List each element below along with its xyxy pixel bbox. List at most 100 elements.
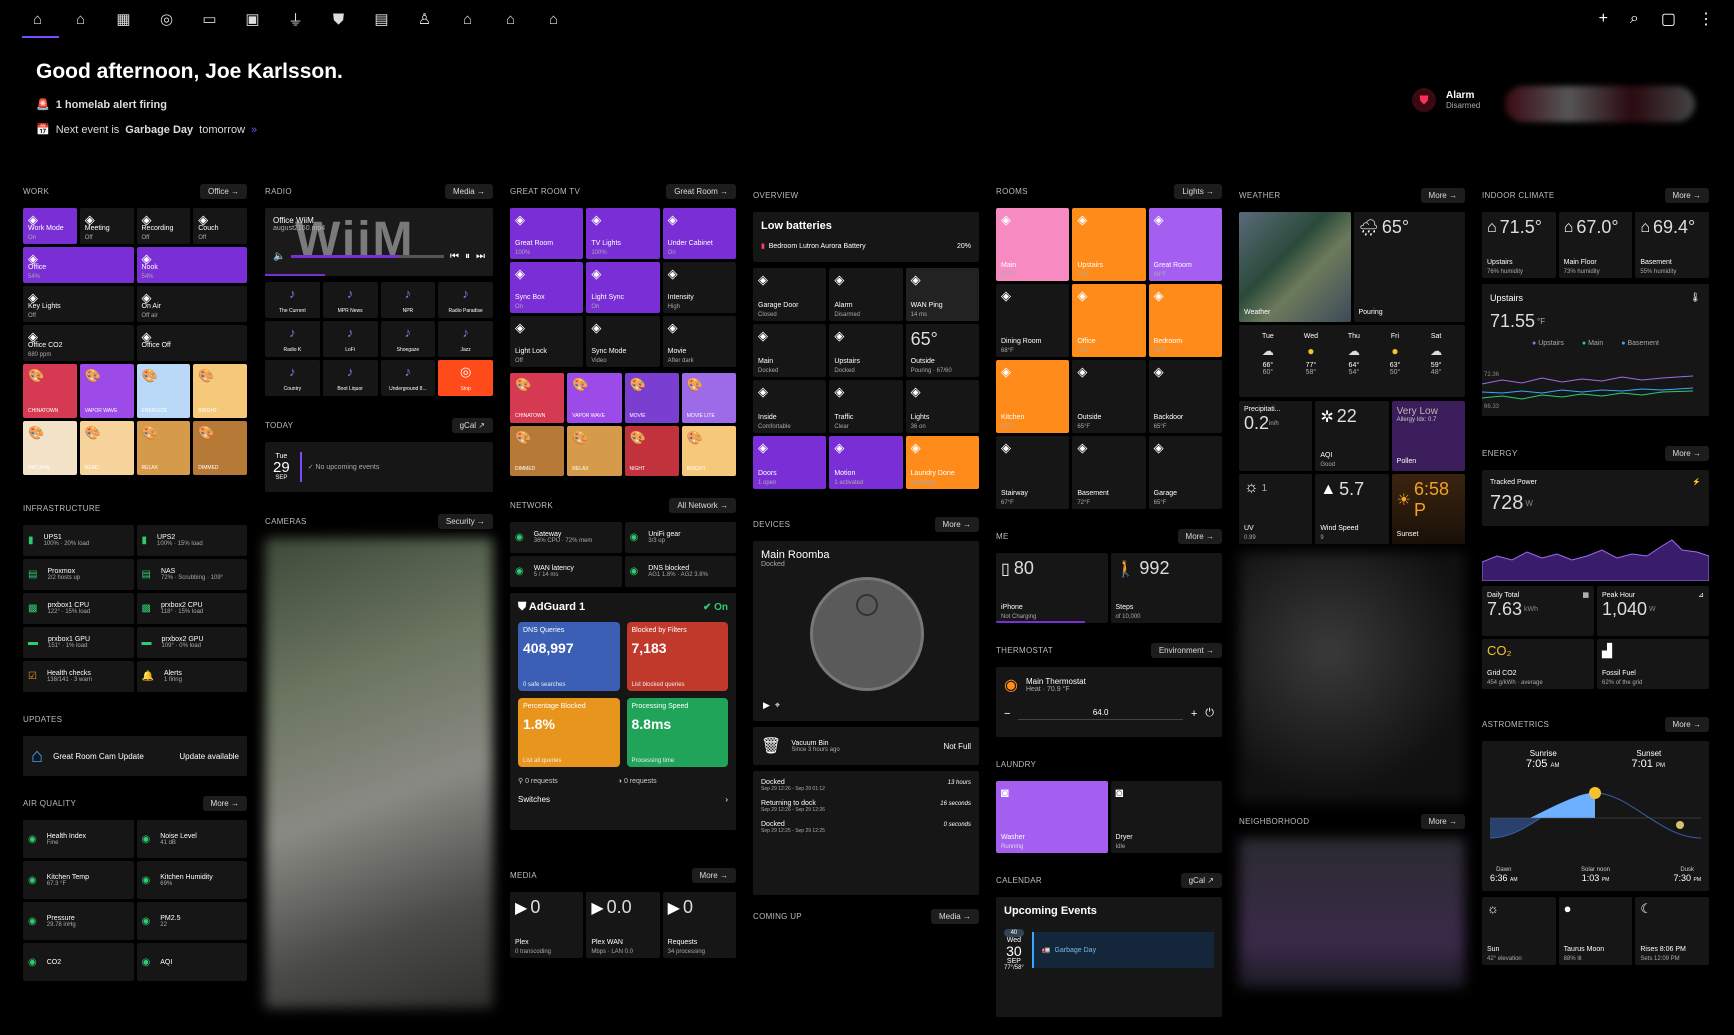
overview-tile-1[interactable]: ◈ Alarm Disarmed bbox=[829, 268, 903, 321]
chat-icon[interactable]: ▢ bbox=[1661, 9, 1676, 29]
room-tile-1[interactable]: ◈ Upstairs 71°F bbox=[1072, 208, 1146, 281]
radio-station-0[interactable]: ♪ The Current bbox=[265, 282, 320, 318]
overview-tile-10[interactable]: ◈ Motion 1 activated bbox=[829, 436, 903, 489]
precip-tile[interactable]: Precipitati... 0.2 in/h bbox=[1239, 401, 1313, 471]
tv-tile-7[interactable]: ◈ Sync Mode Video bbox=[586, 316, 660, 367]
moon-tile[interactable]: ● Taurus Moon 88% lit bbox=[1558, 897, 1633, 965]
radio-station-6[interactable]: ♪ Shoegaze bbox=[380, 321, 436, 357]
calendar-gcal-chip[interactable]: gCal ↗ bbox=[1180, 872, 1222, 888]
overview-tile-6[interactable]: ◈ Inside Comfortable bbox=[753, 380, 827, 433]
prev-icon[interactable]: ⏮ bbox=[450, 251, 459, 262]
room-tile-9[interactable]: ◈ Stairway 67°F bbox=[996, 436, 1070, 509]
overview-tile-8[interactable]: ◈ Lights 36 on bbox=[905, 380, 979, 433]
radio-station-4[interactable]: ♪ Radio K bbox=[265, 321, 320, 357]
media-more-chip[interactable]: More → bbox=[691, 867, 736, 883]
daily-total[interactable]: Daily Total ▦ 7.63 kWh bbox=[1482, 586, 1594, 636]
house-icon[interactable]: ⌂ bbox=[59, 0, 102, 38]
tv-tile-1[interactable]: ◈ TV Lights 100% bbox=[586, 208, 660, 259]
radio-station-3[interactable]: ♪ Radio Paradise bbox=[438, 282, 493, 318]
wind-tile[interactable]: ▲ 5.7 Wind Speed 9 bbox=[1315, 474, 1389, 544]
air-item-4[interactable]: ◉ Pressure 29.78 inHg bbox=[23, 902, 134, 940]
work-scene-5[interactable]: 🎨 READ bbox=[79, 421, 134, 475]
me-more-chip[interactable]: More → bbox=[1177, 528, 1222, 544]
climate-tile-0[interactable]: ⌂ 71.5° Upstairs 76% humidity bbox=[1482, 212, 1556, 278]
work-scene-7[interactable]: 🎨 DIMMED bbox=[193, 421, 247, 475]
plug-icon[interactable]: ⏚ bbox=[274, 0, 317, 38]
peak-hour[interactable]: Peak Hour ⊿ 1,040 W bbox=[1597, 586, 1709, 636]
tv-tile-5[interactable]: ◈ Intensity High bbox=[662, 262, 736, 313]
moonrise-tile[interactable]: ☾ Rises 8:06 PM Sets 12:09 PM bbox=[1635, 897, 1709, 965]
network-item-0[interactable]: ◉ Gateway 36% CPU · 72% mem bbox=[510, 522, 622, 553]
adguard-state[interactable]: On bbox=[714, 602, 728, 613]
lightbulb-icon[interactable]: ◎ bbox=[145, 0, 188, 38]
air-item-0[interactable]: ◉ Health Index Fine bbox=[23, 820, 134, 858]
work-scene-6[interactable]: 🎨 RELAX bbox=[136, 421, 191, 475]
work-tile-2[interactable]: ◈ Recording Off bbox=[136, 208, 191, 244]
work-tile-1[interactable]: ◈ Meeting Off bbox=[79, 208, 134, 244]
work-tile-9[interactable]: ◈ Office Off bbox=[136, 325, 247, 361]
neighborhood-chip[interactable]: More → bbox=[1420, 813, 1465, 829]
coming-up-chip[interactable]: Media → bbox=[930, 908, 979, 924]
tv-tile-3[interactable]: ◈ Sync Box On bbox=[510, 262, 584, 313]
tv-tile-6[interactable]: ◈ Light Lock Off bbox=[510, 316, 584, 367]
great-room-chip[interactable]: Great Room → bbox=[666, 183, 736, 199]
network-item-1[interactable]: ◉ UniFi gear 3/3 up bbox=[624, 522, 736, 553]
shield-icon[interactable]: ⛊ bbox=[317, 0, 360, 38]
radio-station-1[interactable]: ♪ MPR News bbox=[322, 282, 378, 318]
room-tile-2[interactable]: ◈ Great Room 68°F bbox=[1148, 208, 1222, 281]
room-tile-7[interactable]: ◈ Outside 65°F bbox=[1072, 360, 1146, 433]
tracked-power[interactable]: Tracked Power ⚡ 728 W bbox=[1482, 470, 1709, 526]
overview-tile-0[interactable]: ◈ Garage Door Closed bbox=[753, 268, 827, 321]
fossil-fuel[interactable]: ▟ Fossil Fuel 62% of the grid bbox=[1597, 639, 1709, 689]
air-more-chip[interactable]: More → bbox=[202, 795, 247, 811]
pollen-tile[interactable]: Very Low Allergy Idx: 0.7 Pollen bbox=[1391, 401, 1465, 471]
steps-tile[interactable]: 🚶 992 Steps of 10,000 bbox=[1110, 553, 1222, 623]
thermostat-setpoint[interactable]: 64.0 bbox=[1018, 708, 1183, 720]
weather-radar[interactable]: Weather bbox=[1239, 212, 1351, 322]
monitor-icon[interactable]: ▣ bbox=[231, 0, 274, 38]
sunset-tile[interactable]: ☀ 6:58 P Sunset bbox=[1391, 474, 1465, 544]
climate-tile-1[interactable]: ⌂ 67.0° Main Floor 73% humidity bbox=[1558, 212, 1633, 278]
radio-station-9[interactable]: ♪ Boot Liquor bbox=[322, 360, 378, 396]
radio-station-5[interactable]: ♪ LoFi bbox=[322, 321, 378, 357]
office-chip[interactable]: Office → bbox=[200, 183, 247, 199]
house-network-icon[interactable]: ⌂ bbox=[532, 0, 575, 38]
iphone-tile[interactable]: ▯ 80 iPhone Not Charging bbox=[996, 553, 1108, 623]
overview-tile-3[interactable]: ◈ Main Docked bbox=[753, 324, 827, 377]
more-icon[interactable]: ⋮ bbox=[1698, 9, 1714, 29]
tv-tile-4[interactable]: ◈ Light Sync On bbox=[586, 262, 660, 313]
overview-tile-5[interactable]: 65° Outside Pouring · 67/60 bbox=[905, 324, 979, 377]
work-tile-0[interactable]: ◈ Work Mode On bbox=[23, 208, 77, 244]
lights-chip[interactable]: Lights → bbox=[1174, 183, 1222, 199]
air-item-7[interactable]: ◉ AQI bbox=[136, 943, 247, 981]
room-tile-10[interactable]: ◈ Basement 72°F bbox=[1072, 436, 1146, 509]
tv-scene-3[interactable]: 🎨 MOVIE LITE bbox=[681, 373, 736, 423]
work-tile-4[interactable]: ◈ Office 54% bbox=[23, 247, 134, 283]
washer-tile[interactable]: ◙ Washer Running bbox=[996, 781, 1108, 853]
gcal-chip[interactable]: gCal ↗ bbox=[451, 417, 493, 433]
update-item[interactable]: ⌂ Great Room Cam Update Update available bbox=[23, 736, 247, 776]
search-icon[interactable]: ⌕ bbox=[1630, 10, 1639, 28]
network-item-3[interactable]: ◉ DNS blocked AG1 1.8% · AG2 3.8% bbox=[624, 556, 736, 587]
network-item-2[interactable]: ◉ WAN latency 5 / 14 ms bbox=[510, 556, 622, 587]
work-tile-6[interactable]: ◈ Key Lights Off bbox=[23, 286, 134, 322]
room-tile-3[interactable]: ◈ Dining Room 68°F bbox=[996, 284, 1070, 357]
tv-scene-1[interactable]: 🎨 VAPOR WAVE bbox=[567, 373, 622, 423]
tv-icon[interactable]: ▭ bbox=[188, 0, 231, 38]
room-tile-11[interactable]: ◈ Garage 65°F bbox=[1148, 436, 1222, 509]
infra-item-0[interactable]: ▮ UPS1 100% · 20% load bbox=[23, 525, 134, 556]
infra-item-3[interactable]: ▤ NAS 72% · Scrubbing · 109° bbox=[136, 559, 247, 590]
media-tile-1[interactable]: ▶ 0.0 Plex WAN Mbps · LAN 0.0 bbox=[586, 892, 660, 958]
home-icon[interactable]: ⌂ bbox=[16, 0, 59, 38]
switches-row[interactable]: Switches › bbox=[518, 795, 728, 804]
infra-item-9[interactable]: 🔔 Alerts 1 firing bbox=[136, 661, 247, 692]
camera-feed[interactable] bbox=[265, 538, 493, 1008]
infra-item-6[interactable]: ▬ prxbox1 GPU 151° · 1% load bbox=[23, 627, 134, 658]
all-network-chip[interactable]: All Network → bbox=[669, 497, 736, 513]
tv-tile-2[interactable]: ◈ Under Cabinet On bbox=[662, 208, 736, 259]
house-up-icon[interactable]: ⌂ bbox=[446, 0, 489, 38]
radio-station-2[interactable]: ♪ NPR bbox=[380, 282, 436, 318]
neighborhood-feed[interactable] bbox=[1239, 838, 1465, 988]
room-tile-4[interactable]: ◈ Office 73°F bbox=[1072, 284, 1146, 357]
media-chip[interactable]: Media → bbox=[444, 183, 493, 199]
